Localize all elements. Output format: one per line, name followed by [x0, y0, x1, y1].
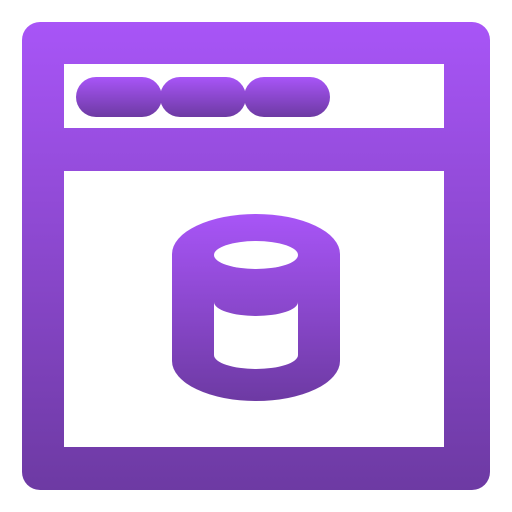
window-control-pill-1 [76, 77, 162, 117]
window-controls [76, 77, 330, 117]
database-icon [172, 214, 340, 401]
database-top-opening [214, 241, 298, 269]
browser-window-database-icon [22, 22, 490, 490]
window-control-pill-3 [244, 77, 330, 117]
window-control-pill-2 [160, 77, 246, 117]
icon-canvas [0, 0, 512, 512]
